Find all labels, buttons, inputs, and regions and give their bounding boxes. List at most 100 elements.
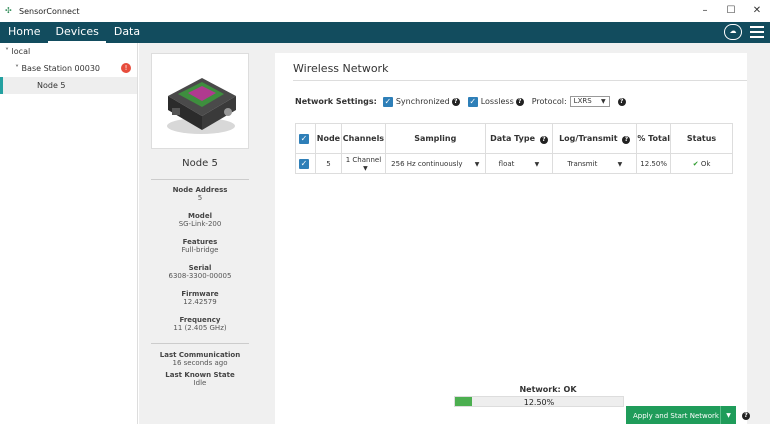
nav-actions: ☁ (724, 24, 764, 40)
tree-item-local[interactable]: ˅ local (0, 43, 137, 60)
close-button[interactable]: ✕ (744, 0, 770, 22)
col-channels: Channels (340, 123, 386, 154)
network-bandwidth-bar: 12.50% (454, 396, 624, 407)
help-icon[interactable]: ? (539, 135, 548, 144)
tab-home[interactable]: Home (1, 22, 47, 43)
maximize-button[interactable]: ☐ (718, 0, 744, 22)
prop-label: Serial (188, 264, 212, 272)
channels-dropdown[interactable]: 1 Channel ▼ (340, 153, 386, 174)
cell-percent-total: 12.50% (636, 153, 672, 174)
select-all-header: ✓ (295, 123, 316, 154)
prop-value: 16 seconds ago (172, 359, 228, 367)
help-icon[interactable]: ? (742, 412, 750, 420)
tab-devices[interactable]: Devices (48, 22, 106, 43)
cell-log-transmit: Transmit (567, 159, 598, 168)
col-percent-total: % Total (636, 123, 672, 154)
col-node: Node (314, 123, 342, 154)
prop-label: Frequency (179, 316, 221, 324)
network-status-label: Network: OK (519, 385, 577, 394)
tab-data[interactable]: Data (107, 22, 147, 43)
chevron-down-icon: ▼ (474, 160, 480, 168)
cell-status: ✔ Ok (670, 153, 733, 174)
divider (151, 179, 249, 180)
col-sampling: Sampling (384, 123, 486, 154)
menu-icon[interactable] (750, 26, 764, 38)
prop-label: Node Address (172, 186, 228, 194)
row-checkbox[interactable]: ✓ (298, 158, 309, 169)
synchronized-label: Synchronized (395, 97, 450, 106)
sampling-dropdown[interactable]: 256 Hz continuously ▼ (384, 153, 486, 174)
prop-value: 5 (197, 194, 203, 202)
lossless-checkbox[interactable]: ✓ (467, 96, 478, 107)
tree-item-node-5[interactable]: Node 5 (0, 77, 137, 94)
prop-label: Last Known State (165, 371, 235, 379)
prop-value: SG-Link-200 (178, 220, 222, 228)
help-icon[interactable]: ? (617, 97, 626, 106)
network-table: ✓ Node Channels Sampling Data Type ? Log… (295, 123, 733, 174)
network-settings-label: Network Settings: (295, 97, 377, 106)
tree-local-label: local (11, 47, 31, 56)
prop-value: 6308-3300-00005 (168, 272, 232, 280)
device-details-panel: Node 5 Node Address 5 Model SG-Link-200 … (139, 43, 261, 424)
prop-model: Model SG-Link-200 (139, 212, 261, 228)
table-row[interactable]: ✓ 5 1 Channel ▼ 256 Hz continuously ▼ fl… (295, 153, 733, 174)
prop-value: Full-bridge (181, 246, 219, 254)
data-type-dropdown[interactable]: float ▼ (484, 153, 554, 174)
chevron-down-icon: ▼ (534, 160, 540, 168)
device-image (151, 53, 249, 149)
col-log-transmit: Log/Transmit ? (552, 123, 638, 154)
log-transmit-dropdown[interactable]: Transmit ▼ (552, 153, 638, 174)
status-text: Ok (700, 159, 711, 168)
help-icon[interactable]: ? (622, 135, 631, 144)
protocol-select[interactable]: LXRS ▼ (569, 96, 610, 107)
sensorconnect-logo-icon: ✣ (5, 6, 12, 15)
col-log-transmit-label: Log/Transmit (559, 133, 618, 143)
prop-firmware: Firmware 12.42579 (139, 290, 261, 306)
cloud-icon[interactable]: ☁ (724, 24, 742, 40)
device-tree: ˅ local ˅ Base Station 00030 ! Node 5 (0, 43, 138, 424)
title-bar: ✣ SensorConnect – ☐ ✕ (0, 0, 770, 22)
cell-sampling: 256 Hz continuously (391, 159, 463, 168)
help-icon[interactable]: ? (451, 97, 460, 106)
device-name: Node 5 (182, 158, 218, 169)
help-icon[interactable]: ? (515, 97, 524, 106)
cell-channels: 1 Channel (345, 155, 382, 164)
select-all-checkbox[interactable]: ✓ (298, 133, 309, 144)
cell-node: 5 (314, 153, 342, 174)
prop-node-address: Node Address 5 (139, 186, 261, 202)
prop-value: 11 (2.405 GHz) (173, 324, 227, 332)
window-controls: – ☐ ✕ (692, 0, 770, 22)
wireless-network-card: Wireless Network Network Settings: ✓ Syn… (275, 53, 750, 424)
col-data-type-label: Data Type (490, 133, 536, 143)
network-settings: Network Settings: ✓ Synchronized ? ✓ Los… (295, 96, 626, 107)
divider (293, 80, 747, 81)
main-nav: Home Devices Data ☁ (0, 22, 770, 43)
col-status: Status (670, 123, 733, 154)
apply-start-network-button[interactable]: Apply and Start Network ▼ (626, 406, 736, 424)
tree-base-station-label: Base Station 00030 (21, 64, 101, 73)
lossless-label: Lossless (480, 97, 514, 106)
section-title: Wireless Network (293, 62, 389, 75)
chevron-down-icon: ▼ (601, 98, 606, 105)
col-data-type: Data Type ? (484, 123, 554, 154)
prop-features: Features Full-bridge (139, 238, 261, 254)
protocol-label: Protocol: (531, 97, 567, 106)
apply-button-label: Apply and Start Network (633, 412, 719, 420)
progress-text: 12.50% (523, 398, 555, 407)
tree-item-base-station[interactable]: ˅ Base Station 00030 ! (0, 60, 137, 77)
chevron-down-icon: ▼ (617, 160, 623, 168)
chevron-down-icon[interactable]: ▼ (720, 406, 736, 424)
check-icon: ✔ (692, 159, 699, 168)
prop-frequency: Frequency 11 (2.405 GHz) (139, 316, 261, 332)
prop-serial: Serial 6308-3300-00005 (139, 264, 261, 280)
alert-badge[interactable]: ! (121, 63, 131, 73)
minimize-button[interactable]: – (692, 0, 718, 22)
chevron-down-icon: ▼ (363, 164, 368, 172)
prop-label: Model (188, 212, 212, 220)
cell-data-type: float (498, 159, 515, 168)
prop-label: Firmware (181, 290, 219, 298)
main-content: Wireless Network Network Settings: ✓ Syn… (261, 43, 770, 424)
row-select-cell: ✓ (295, 153, 316, 174)
prop-label: Features (182, 238, 218, 246)
synchronized-checkbox[interactable]: ✓ (382, 96, 393, 107)
